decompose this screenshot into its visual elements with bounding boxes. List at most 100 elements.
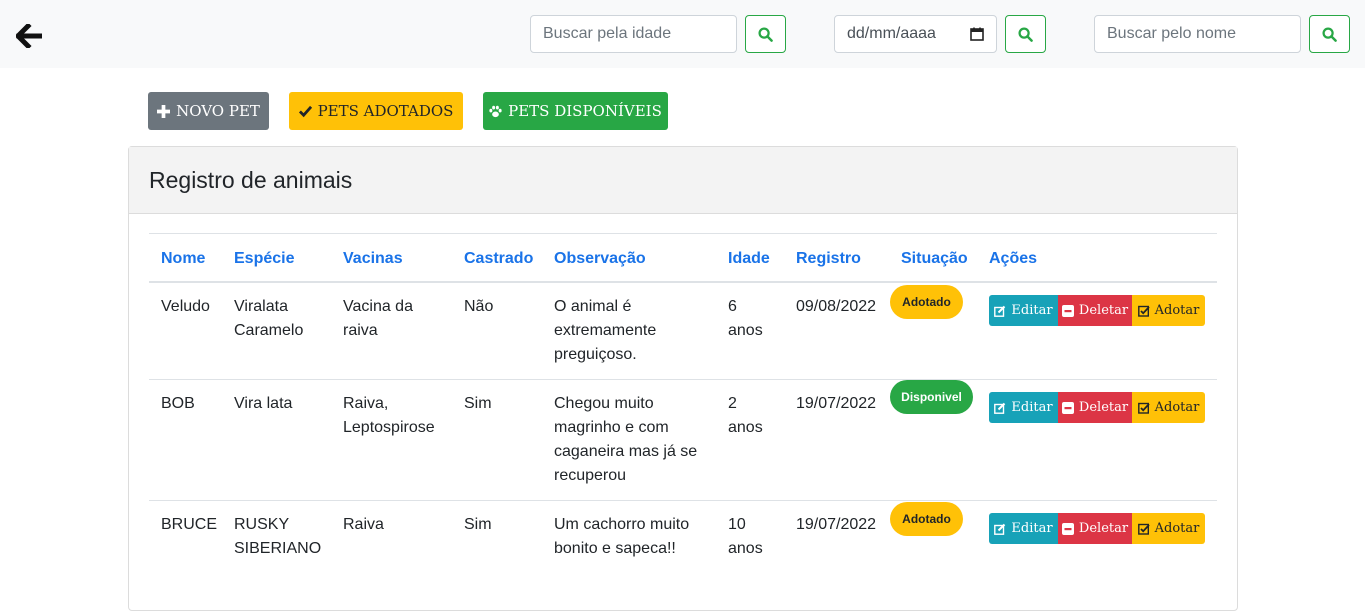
header-registro[interactable]: Registro: [796, 247, 861, 271]
adopt-label: Adotar: [1154, 303, 1200, 318]
text-line: raiva: [343, 322, 378, 339]
animals-table: Nome Espécie Vacinas Castrado Observação…: [149, 233, 1217, 581]
new-pet-label: NOVO PET: [176, 102, 260, 120]
table-row: Veludo Viralata Caramelo Vacina da raiva…: [149, 283, 1217, 380]
table-header-row: Nome Espécie Vacinas Castrado Observação…: [149, 233, 1217, 283]
text-line: bonito e sapeca!!: [554, 540, 676, 557]
search-icon: [1322, 26, 1337, 42]
cell-castrado: Sim: [464, 516, 492, 533]
text-line: Chegou muito: [554, 395, 654, 412]
check-square-icon: [1137, 402, 1150, 414]
delete-button[interactable]: Deletar: [1058, 295, 1132, 326]
text-line: Viralata: [234, 298, 288, 315]
new-pet-button[interactable]: NOVO PET: [148, 92, 269, 130]
name-search-button[interactable]: [1309, 15, 1350, 53]
header-castrado[interactable]: Castrado: [464, 247, 533, 271]
cell-castrado: Não: [464, 298, 494, 315]
adopted-pets-button[interactable]: PETS ADOTADOS: [289, 92, 463, 130]
cell-idade: 2 anos: [728, 392, 763, 440]
text-line: extremamente: [554, 322, 657, 339]
header-situacao[interactable]: Situação: [901, 247, 968, 271]
date-search-input[interactable]: dd/mm/aaaa: [834, 15, 997, 53]
age-search-input[interactable]: [530, 15, 737, 53]
header-idade[interactable]: Idade: [728, 247, 770, 271]
minus-square-icon: [1061, 522, 1074, 535]
cell-especie: Vira lata: [234, 392, 292, 416]
header-vacinas[interactable]: Vacinas: [343, 247, 403, 271]
text-line: Vacina da: [343, 298, 413, 315]
minus-square-icon: [1061, 304, 1074, 317]
cell-idade: 6 anos: [728, 295, 763, 343]
card-header: Registro de animais: [129, 147, 1237, 214]
date-search-button[interactable]: [1005, 15, 1046, 53]
text-line: anos: [728, 540, 763, 557]
adopted-pets-label: PETS ADOTADOS: [317, 102, 454, 120]
available-pets-button[interactable]: PETS DISPONÍVEIS: [483, 92, 668, 130]
cell-observacao: O animal é extremamente preguiçoso.: [554, 295, 656, 367]
back-button[interactable]: [14, 22, 44, 50]
cell-vacinas: Raiva, Leptospirose: [343, 392, 435, 440]
edit-button[interactable]: Editar: [989, 513, 1058, 544]
table-row: BRUCE RUSKY SIBERIANO Raiva Sim Um cacho…: [149, 501, 1217, 581]
delete-button[interactable]: Deletar: [1058, 392, 1132, 423]
cell-idade: 10 anos: [728, 513, 763, 561]
cell-vacinas: Raiva: [343, 513, 384, 537]
text-line: preguiçoso.: [554, 346, 637, 363]
cell-nome: BOB: [161, 395, 195, 412]
calendar-icon: [970, 27, 984, 41]
text-line: SIBERIANO: [234, 540, 322, 557]
adopt-label: Adotar: [1154, 521, 1200, 536]
card-title: Registro de animais: [149, 166, 353, 193]
text-line: anos: [728, 322, 763, 339]
edit-icon: [994, 402, 1006, 414]
delete-label: Deletar: [1078, 521, 1129, 536]
adopt-button[interactable]: Adotar: [1132, 513, 1205, 544]
row-actions: Editar Deletar Adotar: [989, 295, 1205, 326]
row-actions: Editar Deletar Adotar: [989, 392, 1205, 423]
text-line: RUSKY: [234, 516, 290, 533]
animals-card: Registro de animais Nome Espécie Vacinas…: [128, 146, 1238, 611]
edit-label: Editar: [1011, 400, 1053, 415]
text-line: O animal é: [554, 298, 632, 315]
status-badge: Adotado: [890, 502, 963, 536]
edit-button[interactable]: Editar: [989, 392, 1058, 423]
cell-observacao: Chegou muito magrinho e com caganeira ma…: [554, 392, 697, 488]
arrow-left-icon: [16, 24, 42, 48]
row-actions: Editar Deletar Adotar: [989, 513, 1205, 544]
text-line: 2: [728, 395, 737, 412]
text-line: anos: [728, 419, 763, 436]
edit-icon: [994, 305, 1006, 317]
check-square-icon: [1137, 305, 1150, 317]
text-line: recuperou: [554, 467, 627, 484]
search-icon: [758, 26, 773, 42]
adopt-button[interactable]: Adotar: [1132, 392, 1205, 423]
age-search-button[interactable]: [745, 15, 786, 53]
check-square-icon: [1137, 523, 1150, 535]
cell-vacinas: Vacina da raiva: [343, 295, 413, 343]
adopt-button[interactable]: Adotar: [1132, 295, 1205, 326]
delete-button[interactable]: Deletar: [1058, 513, 1132, 544]
header-nome[interactable]: Nome: [161, 247, 205, 271]
status-badge: Disponivel: [890, 380, 973, 414]
minus-square-icon: [1061, 401, 1074, 414]
cell-registro: 19/07/2022: [796, 516, 877, 533]
status-badge: Adotado: [890, 285, 963, 319]
name-search-input[interactable]: [1094, 15, 1301, 53]
table-row: BOB Vira lata Raiva, Leptospirose Sim Ch…: [149, 380, 1217, 501]
edit-button[interactable]: Editar: [989, 295, 1058, 326]
text-line: 10: [728, 516, 746, 533]
text-line: Raiva,: [343, 395, 389, 412]
header-especie[interactable]: Espécie: [234, 247, 294, 271]
edit-icon: [994, 523, 1006, 535]
search-icon: [1018, 26, 1033, 42]
date-placeholder: dd/mm/aaaa: [847, 25, 936, 42]
header-observacao[interactable]: Observação: [554, 247, 646, 271]
text-line: Vira lata: [234, 395, 293, 412]
cell-nome: BRUCE: [161, 516, 218, 533]
cell-nome: Veludo: [161, 298, 210, 315]
cell-registro: 19/07/2022: [796, 395, 877, 412]
adopt-label: Adotar: [1154, 400, 1200, 415]
top-navbar: dd/mm/aaaa: [0, 0, 1365, 68]
delete-label: Deletar: [1078, 303, 1129, 318]
available-pets-label: PETS DISPONÍVEIS: [508, 102, 662, 120]
